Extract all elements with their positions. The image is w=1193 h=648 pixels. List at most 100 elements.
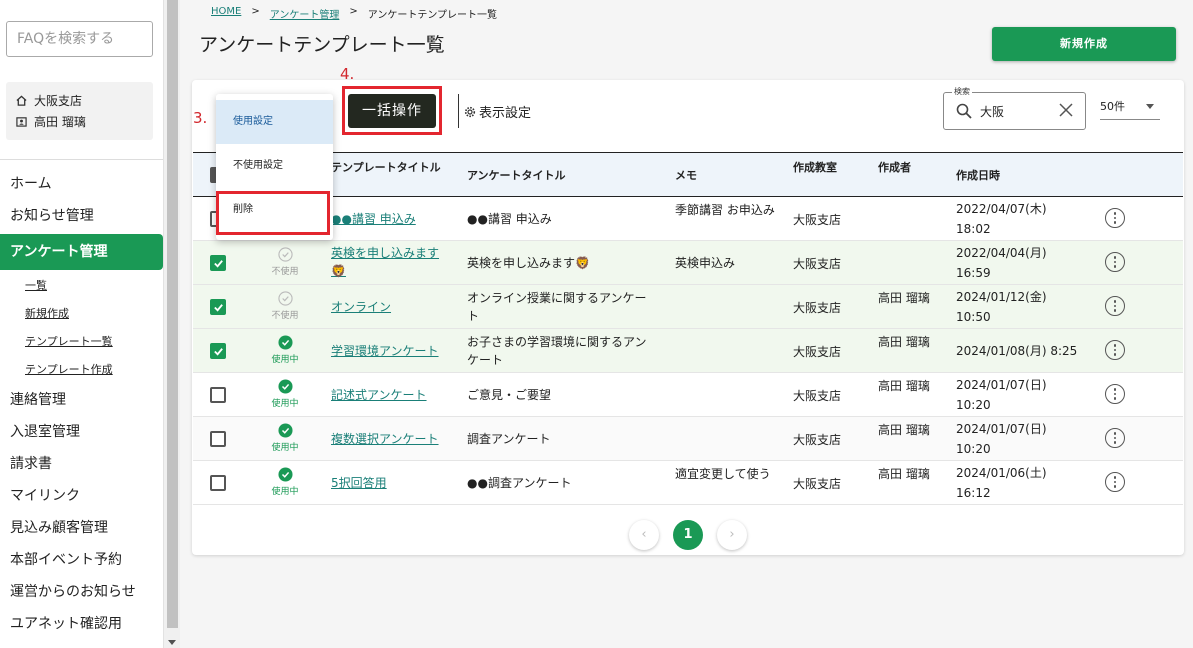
status-badge: 使用中 — [260, 467, 310, 497]
template-title-link[interactable]: 英検を申し込みます🦁 — [331, 244, 441, 280]
survey-title: ●●講習 申込み — [467, 212, 552, 226]
user-name: 高田 瑠璃 — [34, 115, 86, 129]
created-date: 2024/01/06(土) 16:12 — [956, 463, 1086, 503]
template-title-link[interactable]: オンライン — [331, 298, 441, 316]
check-icon — [214, 260, 223, 268]
template-title-link[interactable]: 記述式アンケート — [331, 386, 441, 404]
status-label: 使用中 — [271, 355, 299, 365]
sidebar: 大阪支店 高田 瑠璃 ホーム お知らせ管理 アンケート管理 一覧 新規作成 テン… — [0, 0, 163, 648]
creator: 高田 瑠璃 — [878, 335, 930, 349]
nav-invoice[interactable]: 請求書 — [0, 448, 163, 480]
status-label: 使用中 — [271, 399, 299, 409]
nav-sub-template-list[interactable]: テンプレート一覧 — [0, 328, 163, 356]
school: 大阪支店 — [793, 345, 842, 359]
time: 18:02 — [956, 222, 991, 236]
time: 16:59 — [956, 266, 991, 280]
date: 2024/01/12(金) — [956, 290, 1047, 304]
per-page-value: 50件 — [1100, 100, 1125, 113]
nav-home[interactable]: ホーム — [0, 168, 163, 200]
row-checkbox[interactable] — [210, 475, 226, 491]
display-settings-button[interactable]: 表示設定 — [464, 102, 531, 121]
table-row: 不使用 英検を申し込みます🦁 英検を申し込みます🦁 英検申込み 大阪支店 202… — [193, 241, 1183, 285]
prev-page-button[interactable]: ‹ — [629, 520, 659, 550]
per-page-select[interactable]: 50件 — [1100, 98, 1160, 120]
row-checkbox[interactable] — [210, 387, 226, 403]
next-page-button[interactable]: › — [717, 520, 747, 550]
created-date: 2022/04/07(木) 18:02 — [956, 199, 1086, 239]
template-title-link[interactable]: 5択回答用 — [331, 474, 441, 492]
more-options-icon[interactable] — [1105, 252, 1125, 272]
date: 2024/01/07(日) — [956, 378, 1047, 392]
nav-ops-news[interactable]: 運営からのお知らせ — [0, 576, 163, 608]
toolbar-divider — [458, 94, 459, 128]
nav-contact[interactable]: 連絡管理 — [0, 384, 163, 416]
more-options-icon[interactable] — [1105, 208, 1125, 228]
nav-attendance[interactable]: 入退室管理 — [0, 416, 163, 448]
more-options-icon[interactable] — [1105, 428, 1125, 448]
user-card: 大阪支店 高田 瑠璃 — [6, 82, 153, 140]
row-checkbox[interactable] — [210, 299, 226, 315]
status-label: 不使用 — [271, 267, 299, 277]
status-badge: 使用中 — [260, 423, 310, 453]
nav-sub-template-new[interactable]: テンプレート作成 — [0, 356, 163, 384]
more-options-icon[interactable] — [1105, 384, 1125, 404]
survey-title: お子さまの学習環境に関するアンケート — [467, 335, 647, 367]
survey-title: 英検を申し込みます🦁 — [467, 256, 590, 270]
more-options-icon[interactable] — [1105, 472, 1125, 492]
search-field[interactable]: 検索 大阪 — [943, 86, 1086, 130]
search-legend: 検索 — [952, 86, 972, 97]
breadcrumb: HOME > アンケート管理 > アンケートテンプレート一覧 — [211, 6, 497, 21]
search-value[interactable]: 大阪 — [980, 103, 1004, 120]
status-label: 不使用 — [271, 311, 299, 321]
status-badge: 使用中 — [260, 335, 310, 365]
breadcrumb-home[interactable]: HOME — [211, 6, 241, 21]
check-circle-outline-icon — [277, 247, 293, 262]
school: 大阪支店 — [793, 389, 842, 403]
nav-unet[interactable]: ユアネット確認用 — [0, 608, 163, 640]
school: 大阪支店 — [793, 213, 842, 227]
row-checkbox[interactable] — [210, 431, 226, 447]
status-badge: 不使用 — [260, 247, 310, 277]
highlight-bulk-button — [342, 86, 442, 135]
new-button[interactable]: 新規作成 — [992, 27, 1176, 61]
school: 大阪支店 — [793, 477, 842, 491]
row-checkbox[interactable] — [210, 255, 226, 271]
scrollbar-thumb[interactable] — [167, 0, 178, 628]
row-checkbox[interactable] — [210, 343, 226, 359]
home-icon — [16, 95, 27, 106]
scroll-down-arrow-icon[interactable] — [168, 640, 176, 645]
nav-sub-list[interactable]: 一覧 — [0, 272, 163, 300]
step-label-3: 3. — [193, 109, 208, 127]
more-options-icon[interactable] — [1105, 296, 1125, 316]
clear-icon[interactable] — [1059, 103, 1073, 117]
nav-sub-new[interactable]: 新規作成 — [0, 300, 163, 328]
nav-prospect[interactable]: 見込み顧客管理 — [0, 512, 163, 544]
col-template-title: テンプレートタイトル — [331, 161, 441, 174]
pagination: ‹ 1 › — [629, 520, 747, 550]
nav-news[interactable]: お知らせ管理 — [0, 200, 163, 232]
sidebar-scrollbar[interactable] — [163, 0, 180, 648]
menu-item-disable[interactable]: 不使用設定 — [216, 144, 333, 188]
breadcrumb-survey[interactable]: アンケート管理 — [270, 6, 340, 21]
status-label: 使用中 — [271, 487, 299, 497]
check-circle-outline-icon — [277, 291, 293, 306]
id-card-icon — [16, 117, 27, 127]
more-options-icon[interactable] — [1105, 340, 1125, 360]
template-title-link[interactable]: 学習環境アンケート — [331, 342, 441, 360]
nav-survey[interactable]: アンケート管理 — [0, 234, 163, 270]
check-circle-icon — [277, 335, 293, 350]
page-1-button[interactable]: 1 — [673, 520, 703, 550]
template-table: テンプレートタイトル アンケートタイトル メモ 作成教室 作成者 作成日時 ●●… — [193, 152, 1183, 505]
breadcrumb-sep: > — [251, 6, 260, 17]
nav-hq-event[interactable]: 本部イベント予約 — [0, 544, 163, 576]
time: 10:20 — [956, 442, 991, 456]
creator: 高田 瑠璃 — [878, 291, 930, 305]
highlight-delete-item — [216, 191, 330, 235]
menu-item-enable[interactable]: 使用設定 — [216, 100, 333, 144]
template-title-link[interactable]: 複数選択アンケート — [331, 430, 441, 448]
faq-search-input[interactable] — [6, 21, 153, 57]
nav-mylink[interactable]: マイリンク — [0, 480, 163, 512]
template-title-link[interactable]: ●●講習 申込み — [331, 210, 441, 228]
check-circle-icon — [277, 467, 293, 482]
date: 2024/01/06(土) — [956, 466, 1047, 480]
